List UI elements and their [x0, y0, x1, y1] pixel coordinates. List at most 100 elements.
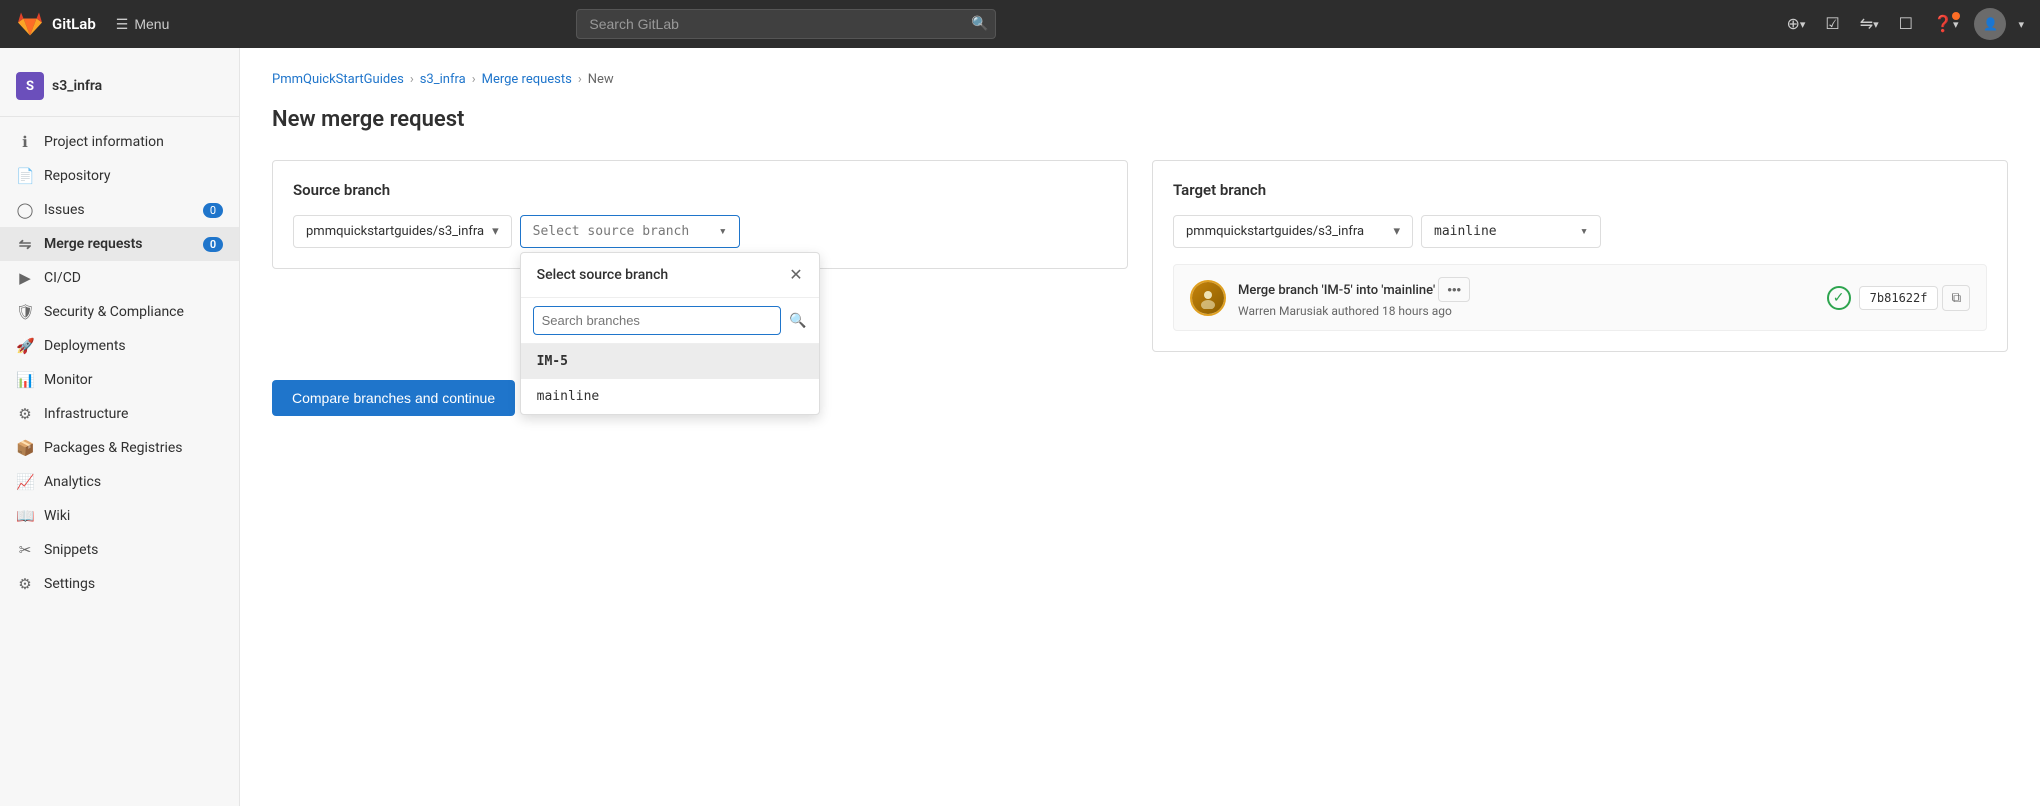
breadcrumb-new: New	[588, 72, 614, 87]
merge-icon: ⇋	[1860, 14, 1873, 34]
commit-hash: 7b81622f ⧉	[1859, 285, 1970, 311]
target-repo-select[interactable]: pmmquickstartguides/s3_infra ▾	[1173, 215, 1413, 248]
branch-panels: Source branch pmmquickstartguides/s3_inf…	[272, 160, 2008, 352]
source-repo-value: pmmquickstartguides/s3_infra	[306, 224, 484, 239]
issues-badge: 0	[203, 203, 223, 218]
commit-more-button[interactable]: •••	[1438, 277, 1470, 302]
chevron-down-branch-icon: ▾	[719, 224, 727, 239]
source-repo-select[interactable]: pmmquickstartguides/s3_infra ▾	[293, 215, 512, 248]
monitor-icon: 📊	[16, 371, 34, 389]
commit-info: Merge branch 'IM-5' into 'mainline' ••• …	[1173, 264, 1987, 331]
source-branch-dropdown-container: Select source branch ▾ Select source bra…	[520, 215, 740, 248]
commit-message: Merge branch 'IM-5' into 'mainline' •••	[1238, 277, 1815, 302]
source-branch-value: Select source branch	[533, 224, 690, 239]
breadcrumb-pmmquickstartguides[interactable]: PmmQuickStartGuides	[272, 72, 404, 87]
breadcrumb-sep-2: ›	[472, 72, 476, 87]
chevron-down-avatar: ▾	[2018, 18, 2024, 31]
search-bar: 🔍	[576, 9, 996, 39]
info-icon: ℹ	[16, 133, 34, 151]
sidebar-item-deployments[interactable]: 🚀 Deployments	[0, 329, 239, 363]
branch-option-mainline[interactable]: mainline	[521, 379, 819, 414]
target-branch-select[interactable]: mainline ▾	[1421, 215, 1601, 248]
branch-search-input[interactable]	[533, 306, 782, 335]
project-name: s3_infra	[52, 78, 102, 94]
sidebar-item-issues[interactable]: ◯ Issues 0	[0, 193, 239, 227]
sidebar-item-infrastructure[interactable]: ⚙ Infrastructure	[0, 397, 239, 431]
sidebar-item-merge-requests[interactable]: ⇋ Merge requests 0	[0, 227, 239, 261]
source-selects: pmmquickstartguides/s3_infra ▾ Select so…	[293, 215, 1107, 248]
snippets-icon: ✂	[16, 541, 34, 559]
sidebar-item-label: CI/CD	[44, 270, 223, 286]
sidebar-item-settings[interactable]: ⚙ Settings	[0, 567, 239, 601]
sidebar: S s3_infra ℹ Project information 📄 Repos…	[0, 48, 240, 806]
target-branch-panel: Target branch pmmquickstartguides/s3_inf…	[1152, 160, 2008, 352]
source-branch-panel: Source branch pmmquickstartguides/s3_inf…	[272, 160, 1128, 269]
create-button[interactable]: ⊕ ▾	[1782, 10, 1809, 38]
help-button[interactable]: ❓ ▾	[1929, 10, 1962, 38]
sidebar-item-label: Deployments	[44, 338, 223, 354]
sidebar-item-packages-registries[interactable]: 📦 Packages & Registries	[0, 431, 239, 465]
breadcrumb-sep-1: ›	[410, 72, 414, 87]
topnav-actions: ⊕ ▾ ☑ ⇋ ▾ ☐ ❓ ▾ 👤 ▾	[1782, 8, 2024, 40]
hamburger-icon: ☰	[116, 16, 129, 33]
merge-requests-nav-icon: ⇋	[16, 235, 34, 253]
sidebar-item-label: Security & Compliance	[44, 304, 223, 320]
todo-button[interactable]: ☑	[1821, 10, 1843, 38]
page-title: New merge request	[272, 107, 2008, 132]
sidebar-item-wiki[interactable]: 📖 Wiki	[0, 499, 239, 533]
commit-author: Warren Marusiak	[1238, 304, 1328, 318]
sidebar-item-snippets[interactable]: ✂ Snippets	[0, 533, 239, 567]
commit-hash-value: 7b81622f	[1859, 286, 1939, 310]
menu-button[interactable]: ☰ Menu	[108, 12, 178, 37]
menu-label: Menu	[134, 16, 169, 32]
chevron-icon: ▾	[1800, 18, 1806, 31]
breadcrumb-sep-3: ›	[578, 72, 582, 87]
source-branch-select[interactable]: Select source branch ▾	[520, 215, 740, 248]
sidebar-item-label: Infrastructure	[44, 406, 223, 422]
deployments-icon: 🚀	[16, 337, 34, 355]
analytics-icon: 📈	[16, 473, 34, 491]
merge-requests-nav-button[interactable]: ⇋ ▾	[1856, 10, 1883, 38]
sidebar-item-security-compliance[interactable]: 🛡 Security & Compliance	[0, 295, 239, 329]
branch-option-im5[interactable]: IM-5	[521, 344, 819, 379]
topnav: GitLab ☰ Menu 🔍 ⊕ ▾ ☑ ⇋ ▾ ☐ ❓ ▾ 👤 ▾	[0, 0, 2040, 48]
search-input[interactable]	[576, 9, 996, 39]
wiki-icon: 📖	[16, 507, 34, 525]
commit-details: Merge branch 'IM-5' into 'mainline' ••• …	[1238, 277, 1815, 318]
chevron-down-target-repo-icon: ▾	[1393, 224, 1400, 239]
breadcrumb-merge-requests[interactable]: Merge requests	[482, 72, 572, 87]
search-icon: 🔍	[971, 16, 988, 32]
avatar-image: 👤	[1983, 17, 1998, 31]
target-panel-title: Target branch	[1173, 181, 1987, 199]
target-branch-value: mainline	[1434, 224, 1497, 239]
compare-branches-button[interactable]: Compare branches and continue	[272, 380, 515, 416]
sidebar-item-label: Issues	[44, 202, 193, 218]
gitlab-logo[interactable]: GitLab	[16, 10, 96, 38]
project-header: S s3_infra	[0, 64, 239, 117]
dropdown-header: Select source branch ✕	[521, 253, 819, 298]
sidebar-item-label: Packages & Registries	[44, 440, 223, 456]
commit-copy-button[interactable]: ⧉	[1942, 285, 1970, 311]
chevron-down-icon: ▾	[1873, 18, 1879, 31]
user-avatar[interactable]: 👤	[1974, 8, 2006, 40]
breadcrumb: PmmQuickStartGuides › s3_infra › Merge r…	[272, 72, 2008, 87]
avatar-inner	[1192, 282, 1224, 314]
source-panel-title: Source branch	[293, 181, 1107, 199]
sidebar-item-label: Wiki	[44, 508, 223, 524]
repository-icon: 📄	[16, 167, 34, 185]
plus-icon: ⊕	[1786, 14, 1799, 34]
commit-actions: ✓ 7b81622f ⧉	[1827, 285, 1970, 311]
sidebar-item-project-information[interactable]: ℹ Project information	[0, 125, 239, 159]
sidebar-item-monitor[interactable]: 📊 Monitor	[0, 363, 239, 397]
search-icon-dropdown: 🔍	[789, 313, 806, 329]
dropdown-close-button[interactable]: ✕	[789, 265, 802, 285]
breadcrumb-s3-infra[interactable]: s3_infra	[420, 72, 466, 87]
project-icon: S	[16, 72, 44, 100]
sidebar-item-repository[interactable]: 📄 Repository	[0, 159, 239, 193]
checklist-icon: ☑	[1825, 14, 1839, 34]
sidebar-item-analytics[interactable]: 📈 Analytics	[0, 465, 239, 499]
chevron-down-icon: ▾	[492, 224, 499, 239]
sidebar-item-cicd[interactable]: ▶ CI/CD	[0, 261, 239, 295]
security-icon: 🛡	[16, 303, 34, 321]
issues-nav-button[interactable]: ☐	[1895, 10, 1917, 38]
